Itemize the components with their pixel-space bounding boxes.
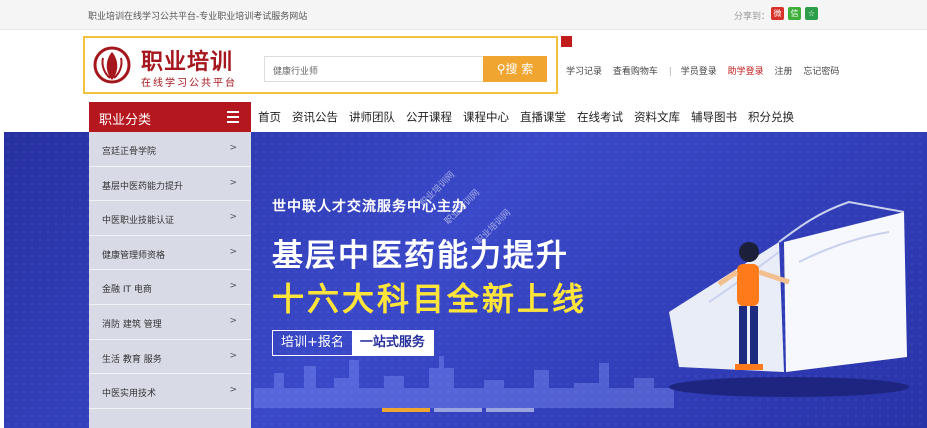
chevron-right-icon: > — [229, 350, 237, 361]
chevron-right-icon: > — [229, 316, 237, 326]
sidebar-item[interactable]: 中医实用技术 > — [89, 374, 251, 409]
book-reader-illustration — [669, 200, 909, 397]
logo-title: 职业培训 — [141, 50, 234, 75]
banner-title: 基层中医药能力提升 — [272, 238, 569, 274]
banner-organizer: 世中联人才交流服务中心主办 — [272, 199, 467, 215]
sidebar-item-label: 健康管理师资格 — [102, 250, 166, 261]
sidebar-item-label: 中医职业技能认证 — [102, 216, 175, 227]
chevron-right-icon: > — [229, 385, 237, 396]
sidebar-item-label: 基层中医药能力提升 — [102, 181, 184, 192]
nav-item-exam[interactable]: 在线考试 — [577, 102, 623, 132]
logo-subtitle: 在线学习公共平台 — [141, 78, 237, 89]
category-header[interactable]: 职业分类 — [89, 102, 251, 132]
search-input[interactable]: 健康行业师 — [264, 56, 484, 82]
category-label: 职业分类 — [99, 113, 152, 128]
calendar-icon — [561, 36, 572, 47]
main-nav: 首页 资讯公告 讲师团队 公开课程 课程中心 直播课堂 在线考试 资料文库 辅导… — [258, 102, 805, 132]
top-bar: 职业培训在线学习公共平台-专业职业培训考试服务网站 分享到： 微 信 ☆ — [0, 0, 927, 30]
link-login[interactable]: 学员登录 — [681, 67, 717, 77]
nav-item-points[interactable]: 积分兑换 — [748, 102, 794, 132]
chevron-right-icon: > — [229, 143, 237, 153]
sidebar-item[interactable]: 健康管理师资格 > — [89, 236, 251, 271]
sidebar-item-label: 消防 建筑 管理 — [102, 320, 162, 330]
chevron-right-icon: > — [229, 246, 237, 257]
link-forgot-password[interactable]: 忘记密码 — [803, 67, 839, 77]
sidebar-item-label: 宫廷正骨学院 — [102, 147, 157, 157]
menu-icon[interactable] — [227, 111, 239, 126]
user-links: 学习记录 查看购物车 | 学员登录 助学登录 注册 忘记密码 — [566, 64, 847, 77]
weibo-share-icon[interactable]: 微 — [771, 7, 784, 20]
logo-emblem-icon — [93, 46, 131, 84]
sidebar-item[interactable]: 金融 IT 电商 > — [89, 270, 251, 305]
slider-dot-1[interactable] — [382, 408, 430, 412]
banner-subtitle: 十六大科目全新上线 — [272, 280, 588, 318]
nav-item-home[interactable]: 首页 — [258, 102, 281, 132]
nav-item-library[interactable]: 资料文库 — [634, 102, 680, 132]
search-button[interactable]: ⚲搜 索 — [483, 56, 547, 82]
nav-item-books[interactable]: 辅导图书 — [691, 102, 737, 132]
chevron-right-icon: > — [229, 212, 237, 223]
link-helper-login[interactable]: 助学登录 — [728, 67, 764, 77]
banner-tag: 培训+报名 一站式服务 — [272, 330, 434, 356]
divider: | — [668, 67, 672, 77]
link-cart[interactable]: 查看购物车 — [613, 67, 658, 77]
nav-item-course-center[interactable]: 课程中心 — [463, 102, 509, 132]
sidebar-item-label: 金融 IT 电商 — [102, 285, 152, 296]
slider-dot-3[interactable] — [486, 408, 534, 412]
chevron-right-icon: > — [229, 281, 237, 292]
search-placeholder: 健康行业师 — [273, 67, 319, 77]
nav-item-live[interactable]: 直播课堂 — [520, 102, 566, 132]
sidebar-item[interactable]: 基层中医药能力提升 > — [89, 167, 251, 202]
site-tagline: 职业培训在线学习公共平台-专业职业培训考试服务网站 — [88, 12, 308, 22]
share-label: 分享到： — [734, 12, 771, 22]
slider-dot-2[interactable] — [434, 408, 482, 412]
banner-tag-right: 一站式服务 — [351, 331, 433, 355]
banner-tag-left: 培训+报名 — [281, 335, 344, 350]
header-logo-search-box: 职业培训 在线学习公共平台 健康行业师 ⚲搜 索 — [83, 36, 558, 94]
link-study-record[interactable]: 学习记录 — [566, 67, 602, 77]
qzone-share-icon[interactable]: ☆ — [805, 7, 818, 20]
sidebar-item[interactable]: 生活 教育 服务 > — [89, 340, 251, 375]
nav-item-news[interactable]: 资讯公告 — [292, 102, 338, 132]
link-register[interactable]: 注册 — [774, 67, 792, 77]
wechat-share-icon[interactable]: 信 — [788, 7, 801, 20]
sidebar-item-label: 中医实用技术 — [102, 389, 157, 400]
nav-item-public-courses[interactable]: 公开课程 — [406, 102, 452, 132]
sidebar-item[interactable]: 宫廷正骨学院 > — [89, 132, 251, 167]
city-skyline-image — [254, 356, 674, 408]
chevron-right-icon: > — [229, 177, 237, 188]
search-button-label: 搜 索 — [505, 62, 534, 76]
sidebar-item[interactable]: 消防 建筑 管理 > — [89, 305, 251, 340]
category-sidebar: 宫廷正骨学院 > 基层中医药能力提升 > 中医职业技能认证 > 健康管理师资格 … — [89, 132, 251, 428]
sidebar-item-label: 生活 教育 服务 — [102, 354, 162, 365]
nav-item-teachers[interactable]: 讲师团队 — [349, 102, 395, 132]
sidebar-item[interactable]: 中医职业技能认证 > — [89, 201, 251, 236]
